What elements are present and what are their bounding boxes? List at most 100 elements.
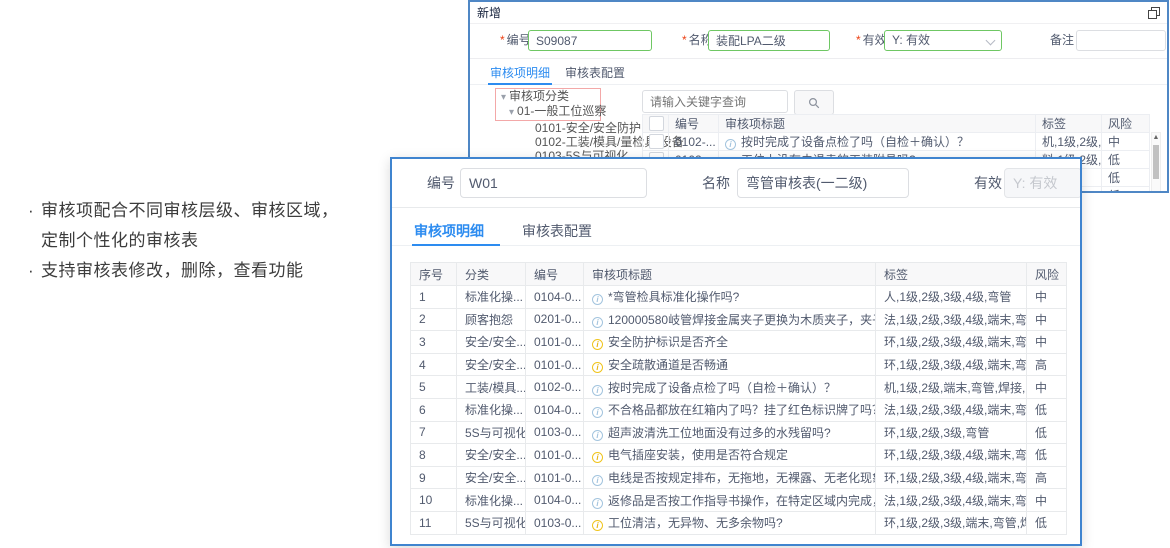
seq-cell: 4 [411,353,457,376]
table-scrollbar[interactable]: ▲ [1151,132,1161,193]
audit-item-title: 120000580岐管焊接金属夹子更换为木质夹子，夹子夹取时，... [608,313,876,327]
risk-cell: 低 [1027,444,1067,467]
caret-down-icon[interactable]: ▾ [509,107,514,118]
table-row[interactable]: 5 工装/模具... 0102-0... 按时完成了设备点检了吗（自检＋确认）？… [411,376,1067,399]
code-field[interactable] [460,168,647,198]
name-field[interactable] [708,30,830,51]
col-tag: 标签 [1036,115,1102,133]
category-cell: 安全/安全... [457,331,526,354]
audit-item-title: 按时完成了设备点检了吗（自检＋确认）？ [741,135,969,149]
table-header-row: 编号 审核项标题 标签 风险 [643,115,1150,133]
tree-node-root[interactable]: ▾审核项分类 [496,89,600,104]
tab-audit-table-config[interactable]: 审核表配置 [565,64,625,81]
audit-item-title: 电线是否按规定排布，无拖地，无裸露、无老化现象? [608,471,876,485]
table-row[interactable]: 6 标准化操... 0104-0... 不合格品都放在红箱内了吗？挂了红色标识牌… [411,398,1067,421]
dialog-form: *编号 *名称 *有效 Y: 有效 备注 [470,23,1167,59]
info-icon [592,362,603,373]
code-cell: 0101-0... [526,353,584,376]
table-row[interactable]: 1 标准化操... 0104-0... *弯管检具标准化操作吗? 人,1级,2级… [411,286,1067,309]
seq-cell: 7 [411,421,457,444]
info-icon [592,430,603,441]
audit-item-title: 工位清洁，无异物、无多余物吗? [608,516,783,530]
remark-field[interactable] [1076,30,1166,51]
title-cell: 返修品是否按工作指导书操作，在特定区域内完成，且有返修... [584,489,876,512]
page-canvas: · 审核项配合不同审核层级、审核区域， 定制个性化的审核表 · 支持审核表修改，… [0,0,1170,548]
info-icon [725,139,736,150]
tag-cell: 机,1级,2级,端末... [1036,133,1102,151]
search-icon [808,97,820,109]
valid-select[interactable]: Y: 有效 [884,30,1002,51]
tab-audit-item-detail[interactable]: 审核项明细 [414,221,484,241]
category-cell: 5S与可视化 [457,421,526,444]
col-risk: 风险 [1102,115,1150,133]
keyword-search-input[interactable] [642,90,788,113]
checkbox-cell [643,133,669,151]
code-cell: 0104-0... [526,489,584,512]
title-cell: *弯管检具标准化操作吗? [584,286,876,309]
required-mark: * [856,33,861,47]
tag-cell: 环,1级,2级,3级,弯管 [876,421,1027,444]
table-row[interactable]: 8 安全/安全... 0101-0... 电气插座安装，使用是否符合规定 环,1… [411,444,1067,467]
audit-item-title: 安全疏散通道是否畅通 [608,358,728,372]
info-icon [592,498,603,509]
tag-cell: 法,1级,2级,3级,4级,端末,弯... [876,308,1027,331]
risk-cell: 中 [1027,308,1067,331]
title-cell: 安全防护标识是否齐全 [584,331,876,354]
title-cell: 电气插座安装，使用是否符合规定 [584,444,876,467]
tag-cell: 环,1级,2级,3级,4级,端末,弯... [876,353,1027,376]
table-row[interactable]: 2 顾客抱怨 0201-0... 120000580岐管焊接金属夹子更换为木质夹… [411,308,1067,331]
risk-cell: 低 [1102,187,1150,194]
info-icon [592,407,603,418]
code-cell: 0102-0... [526,376,584,399]
search-button[interactable] [794,90,834,115]
risk-cell: 中 [1027,376,1067,399]
tab-audit-table-config[interactable]: 审核表配置 [522,221,592,241]
row-checkbox[interactable] [649,134,664,149]
note-line-3: · 支持审核表修改，删除，查看功能 [28,256,398,286]
tab-audit-item-detail[interactable]: 审核项明细 [490,64,550,81]
table-row[interactable]: 0102-... 按时完成了设备点检了吗（自检＋确认）？ 机,1级,2级,端末.… [643,133,1150,151]
info-icon [592,520,603,531]
table-row[interactable]: 9 安全/安全... 0101-0... 电线是否按规定排布，无拖地，无裸露、无… [411,466,1067,489]
title-cell: 120000580岐管焊接金属夹子更换为木质夹子，夹子夹取时，... [584,308,876,331]
bend-pipe-audit-dialog: 编号 名称 有效 审核项明细 审核表配置 序号 分类 编号 审核项标题 标签 风… [390,157,1082,546]
seq-cell: 5 [411,376,457,399]
table-row[interactable]: 11 5S与可视化 0103-0... 工位清洁，无异物、无多余物吗? 环,1级… [411,511,1067,534]
code-field[interactable] [528,30,652,51]
table-row[interactable]: 3 安全/安全... 0101-0... 安全防护标识是否齐全 环,1级,2级,… [411,331,1067,354]
scrollbar-thumb[interactable] [1153,145,1159,179]
dialog-title: 新增 [477,4,501,21]
select-all-cell [643,115,669,133]
bullet-glyph: · [28,196,41,226]
table-row[interactable]: 7 5S与可视化 0103-0... 超声波清洗工位地面没有过多的水残留吗? 环… [411,421,1067,444]
required-mark: * [500,33,505,47]
valid-label: *有效 [856,30,887,51]
category-cell: 安全/安全... [457,466,526,489]
title-cell: 超声波清洗工位地面没有过多的水残留吗? [584,421,876,444]
table-row[interactable]: 4 安全/安全... 0101-0... 安全疏散通道是否畅通 环,1级,2级,… [411,353,1067,376]
table-row[interactable]: 10 标准化操... 0104-0... 返修品是否按工作指导书操作，在特定区域… [411,489,1067,512]
tag-cell: 机,1级,2级,端末,弯管,焊接,... [876,376,1027,399]
code-label: *编号 [500,30,531,51]
seq-cell: 9 [411,466,457,489]
col-code: 编号 [669,115,719,133]
audit-item-title: 不合格品都放在红箱内了吗？挂了红色标识牌了吗？红色标识... [608,403,876,417]
scrollbar-up-arrow-icon[interactable]: ▲ [1152,133,1160,143]
category-cell: 工装/模具... [457,376,526,399]
caret-down-icon[interactable]: ▾ [501,92,506,103]
tag-cell: 法,1级,2级,3级,4级,端末,弯... [876,489,1027,512]
restore-window-icon[interactable] [1148,7,1160,19]
code-cell: 0103-0... [526,511,584,534]
title-cell: 不合格品都放在红箱内了吗？挂了红色标识牌了吗？红色标识... [584,398,876,421]
risk-cell: 低 [1102,151,1150,169]
table-body: 1 标准化操... 0104-0... *弯管检具标准化操作吗? 人,1级,2级… [411,286,1067,535]
seq-cell: 3 [411,331,457,354]
tree-node-group[interactable]: ▾01-一般工位巡察 [496,104,600,119]
active-tab-indicator [488,83,552,85]
info-icon [592,339,603,350]
risk-cell: 中 [1027,489,1067,512]
col-category: 分类 [457,263,526,286]
tag-cell: 环,1级,2级,3级,4级,端末,弯... [876,331,1027,354]
name-field[interactable] [737,168,909,198]
select-all-checkbox[interactable] [649,116,664,131]
